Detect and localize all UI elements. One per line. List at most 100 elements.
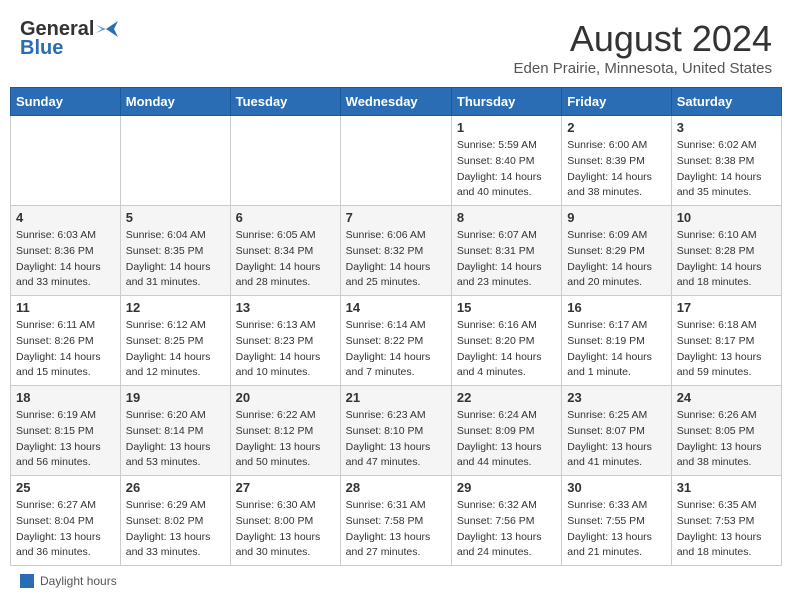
day-info: Sunrise: 6:33 AM Sunset: 7:55 PM Dayligh… xyxy=(567,498,665,561)
day-info: Sunrise: 6:31 AM Sunset: 7:58 PM Dayligh… xyxy=(346,498,446,561)
day-info: Sunrise: 5:59 AM Sunset: 8:40 PM Dayligh… xyxy=(457,138,556,201)
day-cell: 25Sunrise: 6:27 AM Sunset: 8:04 PM Dayli… xyxy=(11,476,121,566)
day-info: Sunrise: 6:22 AM Sunset: 8:12 PM Dayligh… xyxy=(236,408,335,471)
legend-area: Daylight hours xyxy=(10,574,782,588)
day-info: Sunrise: 6:17 AM Sunset: 8:19 PM Dayligh… xyxy=(567,318,665,381)
day-info: Sunrise: 6:30 AM Sunset: 8:00 PM Dayligh… xyxy=(236,498,335,561)
subtitle: Eden Prairie, Minnesota, United States xyxy=(514,60,772,77)
day-cell: 3 Sunrise: 6:02 AM Sunset: 8:38 PM Daylig… xyxy=(671,116,781,206)
day-info: Sunrise: 6:14 AM Sunset: 8:22 PM Dayligh… xyxy=(346,318,446,381)
day-number: 27 xyxy=(236,480,335,495)
day-info: Sunrise: 6:11 AM Sunset: 8:26 PM Dayligh… xyxy=(16,318,115,381)
day-info: Sunrise: 6:04 AM Sunset: 8:35 PM Dayligh… xyxy=(126,228,225,291)
day-cell: 23 Sunrise: 6:25 AM Sunset: 8:07 PM Dayli… xyxy=(562,386,671,476)
legend-label: Daylight hours xyxy=(40,574,117,588)
day-cell: 14Sunrise: 6:14 AM Sunset: 8:22 PM Dayli… xyxy=(340,296,451,386)
day-number: 31 xyxy=(677,480,776,495)
calendar-header: SundayMondayTuesdayWednesdayThursdayFrid… xyxy=(11,88,782,116)
day-cell: 19Sunrise: 6:20 AM Sunset: 8:14 PM Dayli… xyxy=(120,386,230,476)
day-info: Sunrise: 6:25 AM Sunset: 8:07 PM Dayligh… xyxy=(567,408,665,471)
day-number: 24 xyxy=(677,390,776,405)
day-number: 19 xyxy=(126,390,225,405)
day-number: 22 xyxy=(457,390,556,405)
day-cell: 4Sunrise: 6:03 AM Sunset: 8:36 PM Daylig… xyxy=(11,206,121,296)
day-info: Sunrise: 6:05 AM Sunset: 8:34 PM Dayligh… xyxy=(236,228,335,291)
day-info: Sunrise: 6:06 AM Sunset: 8:32 PM Dayligh… xyxy=(346,228,446,291)
col-tuesday: Tuesday xyxy=(230,88,340,116)
day-number: 25 xyxy=(16,480,115,495)
day-info: Sunrise: 6:18 AM Sunset: 8:17 PM Dayligh… xyxy=(677,318,776,381)
day-info: Sunrise: 6:16 AM Sunset: 8:20 PM Dayligh… xyxy=(457,318,556,381)
day-number: 7 xyxy=(346,210,446,225)
day-cell: 6 Sunrise: 6:05 AM Sunset: 8:34 PM Daylig… xyxy=(230,206,340,296)
day-number: 2 xyxy=(567,120,665,135)
day-number: 17 xyxy=(677,300,776,315)
day-number: 29 xyxy=(457,480,556,495)
calendar-table: SundayMondayTuesdayWednesdayThursdayFrid… xyxy=(10,87,782,566)
calendar-body: 1 Sunrise: 5:59 AM Sunset: 8:40 PM Daylig… xyxy=(11,116,782,566)
day-info: Sunrise: 6:13 AM Sunset: 8:23 PM Dayligh… xyxy=(236,318,335,381)
day-number: 9 xyxy=(567,210,665,225)
day-info: Sunrise: 6:24 AM Sunset: 8:09 PM Dayligh… xyxy=(457,408,556,471)
day-cell: 17 Sunrise: 6:18 AM Sunset: 8:17 PM Dayli… xyxy=(671,296,781,386)
day-cell: 24Sunrise: 6:26 AM Sunset: 8:05 PM Dayli… xyxy=(671,386,781,476)
day-number: 16 xyxy=(567,300,665,315)
day-number: 28 xyxy=(346,480,446,495)
day-number: 21 xyxy=(346,390,446,405)
day-info: Sunrise: 6:12 AM Sunset: 8:25 PM Dayligh… xyxy=(126,318,225,381)
day-number: 5 xyxy=(126,210,225,225)
day-cell: 1 Sunrise: 5:59 AM Sunset: 8:40 PM Daylig… xyxy=(451,116,561,206)
day-info: Sunrise: 6:00 AM Sunset: 8:39 PM Dayligh… xyxy=(567,138,665,201)
day-number: 23 xyxy=(567,390,665,405)
day-cell: 26 Sunrise: 6:29 AM Sunset: 8:02 PM Dayli… xyxy=(120,476,230,566)
day-number: 4 xyxy=(16,210,115,225)
col-wednesday: Wednesday xyxy=(340,88,451,116)
day-cell: 5 Sunrise: 6:04 AM Sunset: 8:35 PM Daylig… xyxy=(120,206,230,296)
day-cell: 20 Sunrise: 6:22 AM Sunset: 8:12 PM Dayli… xyxy=(230,386,340,476)
day-cell: 15 Sunrise: 6:16 AM Sunset: 8:20 PM Dayli… xyxy=(451,296,561,386)
day-cell xyxy=(340,116,451,206)
col-thursday: Thursday xyxy=(451,88,561,116)
day-cell: 22 Sunrise: 6:24 AM Sunset: 8:09 PM Dayli… xyxy=(451,386,561,476)
day-number: 11 xyxy=(16,300,115,315)
day-cell: 12 Sunrise: 6:12 AM Sunset: 8:25 PM Dayli… xyxy=(120,296,230,386)
day-number: 26 xyxy=(126,480,225,495)
day-number: 13 xyxy=(236,300,335,315)
day-number: 3 xyxy=(677,120,776,135)
day-info: Sunrise: 6:19 AM Sunset: 8:15 PM Dayligh… xyxy=(16,408,115,471)
day-cell xyxy=(230,116,340,206)
month-title: August 2024 xyxy=(514,18,772,60)
day-info: Sunrise: 6:07 AM Sunset: 8:31 PM Dayligh… xyxy=(457,228,556,291)
day-cell: 18 Sunrise: 6:19 AM Sunset: 8:15 PM Dayli… xyxy=(11,386,121,476)
day-number: 20 xyxy=(236,390,335,405)
header: General Blue August 2024 Eden Prairie, M… xyxy=(10,10,782,81)
day-number: 30 xyxy=(567,480,665,495)
day-number: 18 xyxy=(16,390,115,405)
day-cell: 7 Sunrise: 6:06 AM Sunset: 8:32 PM Daylig… xyxy=(340,206,451,296)
week-row-2: 11 Sunrise: 6:11 AM Sunset: 8:26 PM Dayli… xyxy=(11,296,782,386)
day-info: Sunrise: 6:10 AM Sunset: 8:28 PM Dayligh… xyxy=(677,228,776,291)
col-friday: Friday xyxy=(562,88,671,116)
col-sunday: Sunday xyxy=(11,88,121,116)
day-cell xyxy=(11,116,121,206)
logo-bird-icon xyxy=(96,21,118,37)
day-number: 6 xyxy=(236,210,335,225)
day-cell: 28 Sunrise: 6:31 AM Sunset: 7:58 PM Dayli… xyxy=(340,476,451,566)
day-number: 15 xyxy=(457,300,556,315)
day-cell xyxy=(120,116,230,206)
day-number: 8 xyxy=(457,210,556,225)
legend-color-box xyxy=(20,574,34,588)
week-row-3: 18 Sunrise: 6:19 AM Sunset: 8:15 PM Dayli… xyxy=(11,386,782,476)
day-cell: 11 Sunrise: 6:11 AM Sunset: 8:26 PM Dayli… xyxy=(11,296,121,386)
day-info: Sunrise: 6:02 AM Sunset: 8:38 PM Dayligh… xyxy=(677,138,776,201)
day-info: Sunrise: 6:09 AM Sunset: 8:29 PM Dayligh… xyxy=(567,228,665,291)
day-info: Sunrise: 6:29 AM Sunset: 8:02 PM Dayligh… xyxy=(126,498,225,561)
day-number: 10 xyxy=(677,210,776,225)
day-cell: 2 Sunrise: 6:00 AM Sunset: 8:39 PM Daylig… xyxy=(562,116,671,206)
week-row-1: 4Sunrise: 6:03 AM Sunset: 8:36 PM Daylig… xyxy=(11,206,782,296)
day-cell: 10 Sunrise: 6:10 AM Sunset: 8:28 PM Dayli… xyxy=(671,206,781,296)
day-number: 1 xyxy=(457,120,556,135)
week-row-0: 1 Sunrise: 5:59 AM Sunset: 8:40 PM Daylig… xyxy=(11,116,782,206)
logo: General Blue xyxy=(20,18,118,60)
day-number: 12 xyxy=(126,300,225,315)
